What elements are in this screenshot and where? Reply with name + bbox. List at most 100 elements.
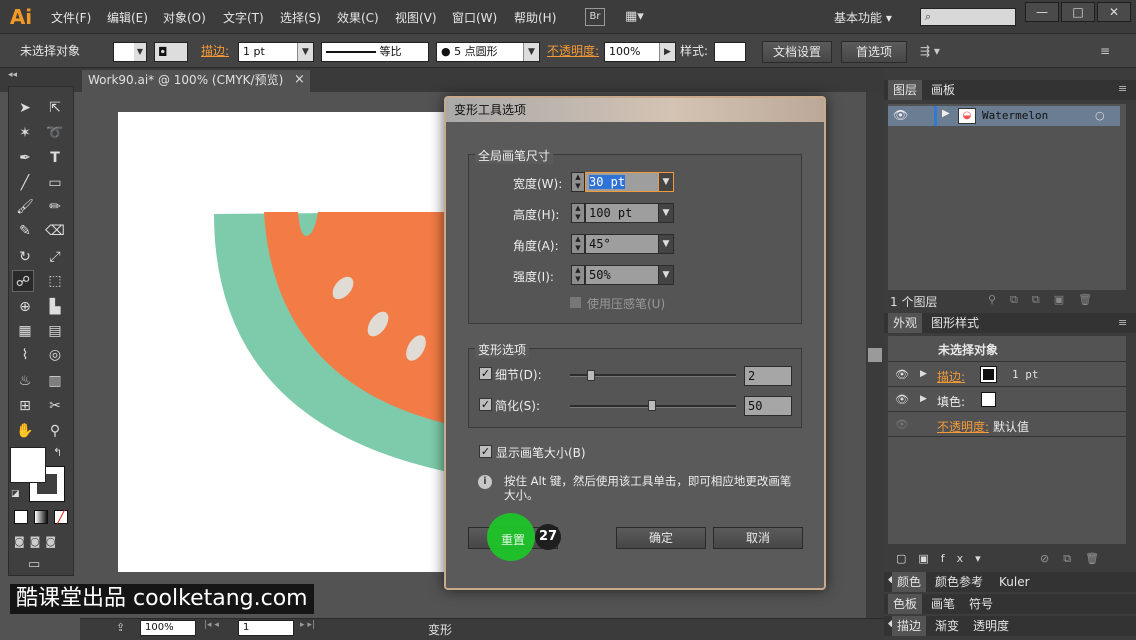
bridge-button[interactable]: Br xyxy=(585,8,605,26)
artboard-tool-icon[interactable]: ⊞ xyxy=(14,395,36,417)
detail-input[interactable]: 2 xyxy=(744,366,792,386)
type-tool-icon[interactable]: T xyxy=(44,147,66,169)
blob-brush-tool-icon[interactable]: ✎ xyxy=(14,220,36,242)
menu-object[interactable]: 对象(O) xyxy=(163,9,206,26)
width-dropdown[interactable]: ▼ xyxy=(658,172,674,192)
menu-view[interactable]: 视图(V) xyxy=(395,9,437,26)
slice-tool-icon[interactable]: ✂ xyxy=(44,395,66,417)
detail-checkbox[interactable]: ✓ xyxy=(479,367,492,380)
stroke-width-input[interactable]: 1 pt ▼ xyxy=(238,42,314,62)
stroke-label[interactable]: 描边: xyxy=(201,42,229,62)
line-tool-icon[interactable]: ╱ xyxy=(14,172,36,194)
width-stepper[interactable]: ▲ ▼ xyxy=(571,172,585,192)
stroke-swatch-small[interactable] xyxy=(980,366,997,383)
appearance-stroke-label[interactable]: 描边: xyxy=(937,368,965,385)
appearance-clear-actions[interactable]: ⊘⧉🗑 xyxy=(1040,552,1113,566)
tab-transparency[interactable]: 透明度 xyxy=(968,616,1014,636)
scroll-thumb[interactable] xyxy=(868,348,882,362)
zoom-select[interactable]: 100% xyxy=(140,620,196,636)
appearance-opacity-label[interactable]: 不透明度: xyxy=(937,418,989,435)
tab-color-guide[interactable]: 颜色参考 xyxy=(930,572,988,592)
brush-select[interactable]: ● 5 点圆形 ▼ xyxy=(436,42,540,62)
lasso-tool-icon[interactable]: ➰ xyxy=(44,122,66,144)
arrange-documents-icon[interactable]: ▦▾ xyxy=(625,8,655,26)
stroke-profile-select[interactable]: 等比 xyxy=(321,42,429,62)
prev-artboard-icon[interactable]: |◂ ◂ xyxy=(204,620,219,630)
pen-tool-icon[interactable]: ✒ xyxy=(14,147,36,169)
tab-layers[interactable]: 图层 xyxy=(888,80,923,100)
tab-symbols[interactable]: 符号 xyxy=(964,594,998,614)
opacity-label[interactable]: 不透明度: xyxy=(547,42,599,62)
vertical-scrollbar[interactable] xyxy=(866,92,884,622)
expand-triangle-icon[interactable]: ▶ xyxy=(942,108,950,119)
magic-wand-tool-icon[interactable]: ✶ xyxy=(14,122,36,144)
minimize-button[interactable]: — xyxy=(1025,2,1059,22)
document-settings-button[interactable]: 文档设置 xyxy=(762,41,832,63)
tab-swatches[interactable]: 色板 xyxy=(888,594,923,614)
artboard[interactable] xyxy=(118,112,444,572)
height-input[interactable]: 100 pt xyxy=(585,203,659,223)
next-artboard-icon[interactable]: ▸ ▸| xyxy=(300,620,315,630)
height-stepper[interactable]: ▲ ▼ xyxy=(571,203,585,223)
style-swatch[interactable] xyxy=(714,42,746,62)
fill-swatch-small[interactable] xyxy=(981,392,996,407)
angle-dropdown[interactable]: ▼ xyxy=(658,234,674,254)
paintbrush-tool-icon[interactable]: 🖌 xyxy=(14,196,36,218)
free-transform-tool-icon[interactable]: ⬚ xyxy=(44,270,66,292)
tab-gradient[interactable]: 渐变 xyxy=(930,616,964,636)
mesh-tool-icon[interactable]: ▦ xyxy=(14,320,36,342)
collapse-icon[interactable]: ◂◂ xyxy=(8,70,17,80)
preferences-button[interactable]: 首选项 xyxy=(841,41,907,63)
default-colors-icon[interactable]: ◪ xyxy=(11,489,20,499)
direct-selection-tool-icon[interactable]: ⇱ xyxy=(44,97,66,119)
menu-effect[interactable]: 效果(C) xyxy=(337,9,379,26)
export-icon[interactable]: ⇪ xyxy=(116,621,125,634)
artboard-select[interactable]: 1 xyxy=(238,620,294,636)
menu-select[interactable]: 选择(S) xyxy=(280,9,321,26)
opacity-input[interactable]: 100% ▶ xyxy=(604,42,676,62)
close-window-button[interactable]: ✕ xyxy=(1097,2,1131,22)
intensity-stepper[interactable]: ▲ ▼ xyxy=(571,265,585,285)
warp-tool-icon[interactable]: ☍ xyxy=(12,270,34,292)
height-dropdown[interactable]: ▼ xyxy=(658,203,674,223)
selection-tool-icon[interactable]: ➤ xyxy=(14,97,36,119)
draw-mode-icon[interactable]: ◙◙◙ xyxy=(14,535,66,549)
eyedropper-tool-icon[interactable]: ⌇ xyxy=(14,344,36,366)
show-brush-size-checkbox[interactable]: ✓ xyxy=(479,445,492,458)
color-mode-icon[interactable] xyxy=(14,510,28,524)
panel-menu-icon[interactable]: ≡ xyxy=(1118,82,1127,95)
eye-icon[interactable]: 👁 xyxy=(895,393,909,406)
graph-tool-icon[interactable]: ▥ xyxy=(44,370,66,392)
tab-kuler[interactable]: Kuler xyxy=(994,572,1035,592)
menu-type[interactable]: 文字(T) xyxy=(223,9,264,26)
menu-edit[interactable]: 编辑(E) xyxy=(107,9,148,26)
panel-menu-icon[interactable]: ≡ xyxy=(1118,316,1127,329)
maximize-button[interactable]: □ xyxy=(1061,2,1095,22)
menu-window[interactable]: 窗口(W) xyxy=(452,9,497,26)
rectangle-tool-icon[interactable]: ▭ xyxy=(44,172,66,194)
tab-appearance[interactable]: 外观 xyxy=(888,313,923,333)
shape-builder-tool-icon[interactable]: ⊕ xyxy=(14,296,36,318)
symbol-sprayer-tool-icon[interactable]: ♨ xyxy=(14,370,36,392)
arrange-icon[interactable]: ⇶ ▾ xyxy=(920,42,940,62)
none-mode-icon[interactable]: ╱ xyxy=(54,510,68,524)
tab-brushes[interactable]: 画笔 xyxy=(926,594,960,614)
angle-input[interactable]: 45° xyxy=(585,234,659,254)
cancel-button[interactable]: 取消 xyxy=(713,527,803,549)
expand-triangle-icon[interactable]: ▶ xyxy=(920,369,927,379)
search-input[interactable]: ⌕ xyxy=(920,8,1016,26)
perspective-grid-tool-icon[interactable]: ▙ xyxy=(44,296,66,318)
fill-swatch[interactable]: ▼ xyxy=(113,42,147,62)
eye-icon[interactable]: 👁 xyxy=(895,418,909,431)
tab-artboards[interactable]: 画板 xyxy=(926,80,960,100)
blend-tool-icon[interactable]: ◎ xyxy=(44,344,66,366)
simplify-checkbox[interactable]: ✓ xyxy=(479,398,492,411)
tab-graphic-styles[interactable]: 图形样式 xyxy=(926,313,984,333)
layer-name[interactable]: Watermelon xyxy=(982,109,1048,122)
use-pressure-pen-checkbox[interactable] xyxy=(569,296,582,309)
rotate-tool-icon[interactable]: ↻ xyxy=(14,246,36,268)
pencil-tool-icon[interactable]: ✏ xyxy=(44,196,66,218)
stroke-swatch[interactable]: ◘ xyxy=(154,42,188,62)
scale-tool-icon[interactable]: ⤢ xyxy=(44,246,66,268)
gradient-tool-icon[interactable]: ▤ xyxy=(44,320,66,342)
